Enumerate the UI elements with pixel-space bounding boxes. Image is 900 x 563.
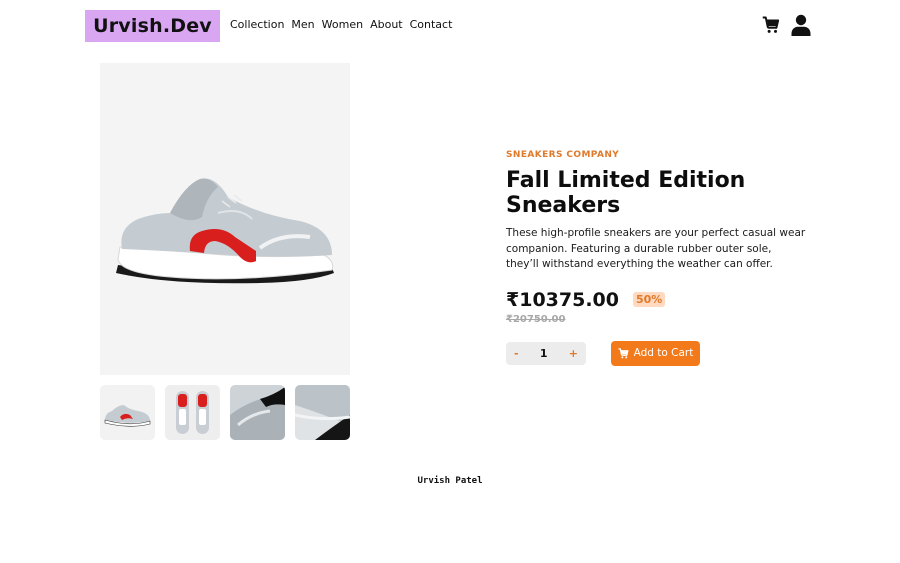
product-details: SNEAKERS COMPANY Fall Limited Edition Sn…	[506, 150, 806, 366]
product-title: Fall Limited Edition Sneakers	[506, 168, 746, 218]
product-description: These high-profile sneakers are your per…	[506, 227, 806, 270]
thumbnail-4[interactable]	[295, 385, 350, 440]
thumbnail-1[interactable]	[100, 385, 155, 440]
sneaker-side-image	[116, 178, 334, 284]
navbar: Urvish.Dev Collection Men Women About Co…	[0, 0, 900, 52]
add-to-cart-button[interactable]: Add to Cart	[611, 340, 700, 366]
quantity-value: 1	[539, 346, 548, 360]
nav-links: Collection Men Women About Contact	[230, 18, 452, 31]
user-icon[interactable]	[791, 14, 811, 36]
cart-icon	[618, 347, 629, 358]
add-to-cart-label: Add to Cart	[633, 347, 694, 359]
nav-link-women[interactable]: Women	[322, 18, 363, 31]
company-label: SNEAKERS COMPANY	[506, 150, 620, 160]
price-row: ₹10375.00 50%	[506, 289, 806, 311]
thumbnail-3[interactable]	[230, 385, 285, 440]
discount-badge: 50%	[632, 292, 666, 307]
current-price: ₹10375.00	[506, 288, 619, 311]
footer-credit: Urvish Patel	[417, 476, 483, 486]
purchase-actions: - 1 + Add to Cart	[506, 340, 806, 366]
nav-link-men[interactable]: Men	[291, 18, 314, 31]
cart-icon[interactable]	[762, 16, 780, 34]
original-price: ₹20750.00	[506, 313, 566, 325]
increment-button[interactable]: +	[569, 347, 578, 360]
product-main-image	[100, 63, 350, 375]
nav-link-about[interactable]: About	[370, 18, 403, 31]
decrement-button[interactable]: -	[514, 347, 519, 360]
nav-link-contact[interactable]: Contact	[410, 18, 453, 31]
thumbnail-2[interactable]	[165, 385, 220, 440]
nav-link-collection[interactable]: Collection	[230, 18, 284, 31]
brand-logo[interactable]: Urvish.Dev	[85, 10, 220, 42]
quantity-stepper: - 1 +	[506, 341, 586, 365]
product-thumbnails	[100, 385, 350, 440]
